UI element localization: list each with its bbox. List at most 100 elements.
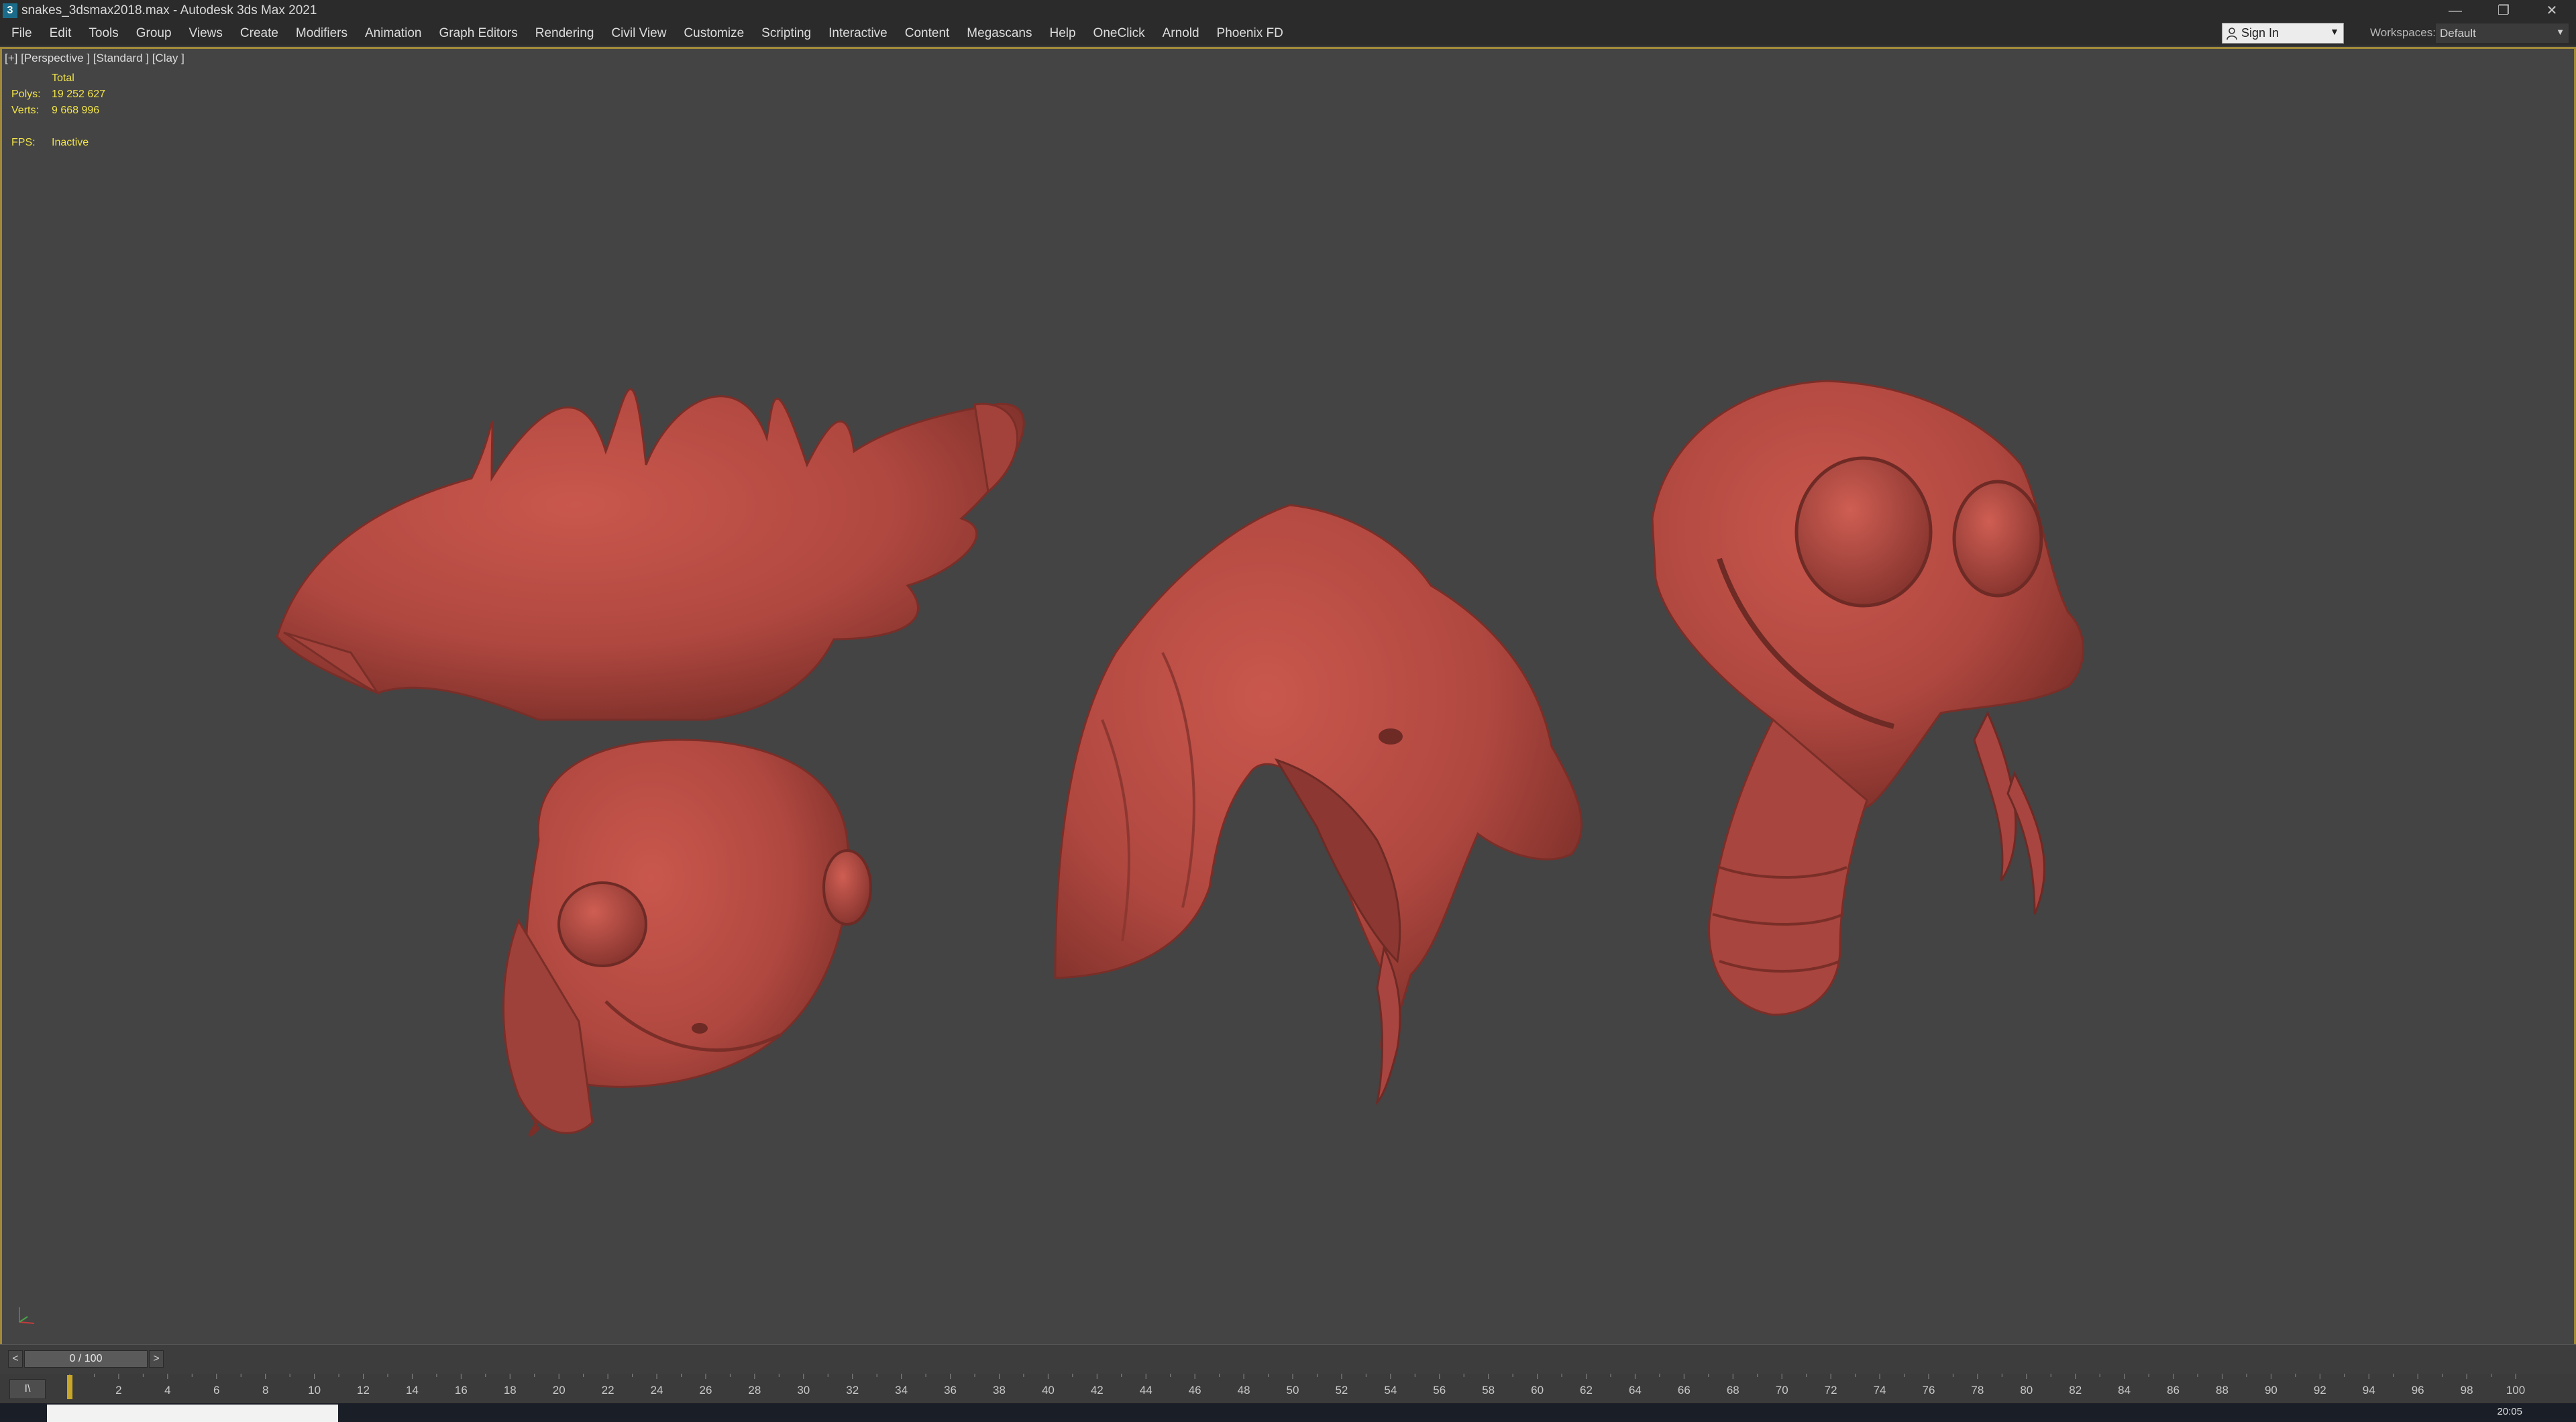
- axis-tripod-icon: [19, 1307, 35, 1324]
- frame-tick-label: 100: [2506, 1384, 2525, 1397]
- frame-tick-label: 92: [2314, 1384, 2326, 1397]
- perspective-viewport[interactable]: [+] [Perspective ] [Standard ] [Clay ] T…: [0, 47, 2576, 1344]
- snake-body: [1054, 504, 1582, 1052]
- frame-tick-label: 38: [993, 1384, 1006, 1397]
- frame-tick-label: 30: [797, 1384, 810, 1397]
- menu-bar: File Edit Tools Group Views Create Modifiers An…: [0, 21, 2576, 47]
- menu-oneclick[interactable]: OneClick: [1085, 26, 1154, 41]
- menu-animation[interactable]: Animation: [356, 26, 431, 41]
- menu-content[interactable]: Content: [896, 26, 959, 41]
- frame-tick-label: 24: [651, 1384, 663, 1397]
- cartoon-snake-eye-right: [1952, 480, 2043, 598]
- frame-tick-label: 54: [1384, 1384, 1397, 1397]
- menu-arnold[interactable]: Arnold: [1154, 26, 1208, 41]
- frame-tick-label: 70: [1776, 1384, 1788, 1397]
- frame-tick-label: 20: [553, 1384, 566, 1397]
- minimize-button[interactable]: —: [2431, 0, 2479, 21]
- cartoon-snake-model[interactable]: [1651, 380, 2084, 1016]
- menu-modifiers[interactable]: Modifiers: [287, 26, 356, 41]
- menu-phoenix-fd[interactable]: Phoenix FD: [1208, 26, 1292, 41]
- stats-header-row: Total: [11, 70, 105, 87]
- frame-tick-label: 94: [2363, 1384, 2375, 1397]
- menu-graph-editors[interactable]: Graph Editors: [431, 26, 527, 41]
- frame-ruler[interactable]: 2 4 6 8 10 12 14 16 18 20 22 24 26 28 30 32 34 36 38 40 42 44…: [0, 1374, 2576, 1403]
- frame-tick-label: 46: [1189, 1384, 1201, 1397]
- menu-file[interactable]: File: [3, 26, 41, 41]
- frame-tick-label: 84: [2118, 1384, 2131, 1397]
- restore-button[interactable]: ❐: [2479, 0, 2528, 21]
- frame-tick-label: 8: [262, 1384, 268, 1397]
- menu-views[interactable]: Views: [180, 26, 231, 41]
- frame-tick-label: 34: [895, 1384, 908, 1397]
- viewport-label-menu[interactable]: [+] [Perspective ] [Standard ] [Clay ]: [5, 52, 184, 65]
- frame-tick-label: 80: [2020, 1384, 2033, 1397]
- menu-interactive[interactable]: Interactive: [820, 26, 896, 41]
- frame-tick-label: 78: [1971, 1384, 1984, 1397]
- frame-tick-label: 68: [1727, 1384, 1739, 1397]
- frame-tick-label: 86: [2167, 1384, 2180, 1397]
- sign-in-label: Sign In: [2241, 26, 2279, 40]
- stats-polys-row: Polys: 19 252 627: [11, 87, 105, 103]
- taskbar-clock: 20:05: [2497, 1406, 2522, 1417]
- menu-edit[interactable]: Edit: [41, 26, 80, 41]
- frame-tick-label: 56: [1433, 1384, 1446, 1397]
- frame-tick-label: 64: [1629, 1384, 1642, 1397]
- frame-tick-label: 2: [115, 1384, 121, 1397]
- frame-tick-label: 50: [1287, 1384, 1299, 1397]
- workspaces-select[interactable]: Default ▼: [2435, 23, 2569, 44]
- menu-help[interactable]: Help: [1040, 26, 1084, 41]
- menu-group[interactable]: Group: [127, 26, 180, 41]
- menu-rendering[interactable]: Rendering: [527, 26, 603, 41]
- frame-tick-label: 40: [1042, 1384, 1055, 1397]
- menu-customize[interactable]: Customize: [675, 26, 753, 41]
- cartoon-snake-eye-left: [1794, 456, 1933, 608]
- 3dsmax-app-icon[interactable]: 3: [3, 3, 17, 18]
- time-slider-bar[interactable]: 0 / 100: [24, 1350, 148, 1368]
- menu-scripting[interactable]: Scripting: [753, 26, 820, 41]
- dragon-eye: [557, 881, 647, 967]
- windows-taskbar: 20:05: [0, 1403, 2576, 1422]
- frame-tick-label: 66: [1678, 1384, 1690, 1397]
- frame-tick-label: 96: [2412, 1384, 2424, 1397]
- frame-tick-label: 88: [2216, 1384, 2229, 1397]
- time-slider: < 0 / 100 >: [0, 1344, 2576, 1374]
- fps-label: FPS:: [11, 137, 36, 148]
- frame-tick-label: 42: [1091, 1384, 1104, 1397]
- previous-frame-button[interactable]: <: [8, 1350, 23, 1368]
- menu-megascans[interactable]: Megascans: [958, 26, 1040, 41]
- taskbar-search-box[interactable]: [47, 1405, 338, 1422]
- frame-tick-label: 36: [944, 1384, 957, 1397]
- stats-verts-row: Verts: 9 668 996: [11, 103, 105, 119]
- viewport-scene[interactable]: [2, 49, 2574, 1344]
- track-bar[interactable]: I\ 2 4 6 8 10 12 14 16 18 20 22 24 26 28 30 32 34 36 38 40 4…: [0, 1374, 2576, 1403]
- stats-fps-row: FPS: Inactive: [11, 135, 105, 151]
- stats-total-header: Total: [52, 72, 74, 84]
- realistic-snake-model[interactable]: [1054, 504, 1582, 1105]
- frame-tick-label: 98: [2461, 1384, 2473, 1397]
- frame-tick-label: 6: [213, 1384, 219, 1397]
- frame-tick-label: 58: [1482, 1384, 1495, 1397]
- title-bar: 3 snakes_3dsmax2018.max - Autodesk 3ds M…: [0, 0, 2576, 21]
- frame-tick-label: 22: [602, 1384, 614, 1397]
- close-button[interactable]: ✕: [2528, 0, 2576, 21]
- current-frame-marker[interactable]: [67, 1375, 72, 1399]
- statistics-overlay: Total Polys: 19 252 627 Verts: 9 668 996…: [11, 70, 105, 151]
- verts-label: Verts:: [11, 105, 39, 116]
- next-frame-button[interactable]: >: [149, 1350, 164, 1368]
- sign-in-dropdown[interactable]: Sign In ▼: [2222, 23, 2344, 44]
- menu-tools[interactable]: Tools: [80, 26, 127, 41]
- dragon-head-model[interactable]: [276, 388, 1025, 1137]
- frame-tick-label: 12: [357, 1384, 370, 1397]
- polys-value: 19 252 627: [52, 89, 106, 100]
- frame-tick-label: 10: [308, 1384, 321, 1397]
- workspaces-label: Workspaces:: [2370, 26, 2436, 39]
- frame-tick-label: 52: [1335, 1384, 1348, 1397]
- window-title: snakes_3dsmax2018.max - Autodesk 3ds Max…: [21, 3, 317, 17]
- menu-create[interactable]: Create: [231, 26, 287, 41]
- frame-tick-label: 60: [1531, 1384, 1544, 1397]
- menu-civil-view[interactable]: Civil View: [602, 26, 675, 41]
- workspaces-value: Default: [2440, 27, 2476, 40]
- menu-list: File Edit Tools Group Views Create Modifiers An…: [0, 21, 1292, 46]
- frame-tick-label: 82: [2069, 1384, 2082, 1397]
- frame-tick-label: 72: [1825, 1384, 1837, 1397]
